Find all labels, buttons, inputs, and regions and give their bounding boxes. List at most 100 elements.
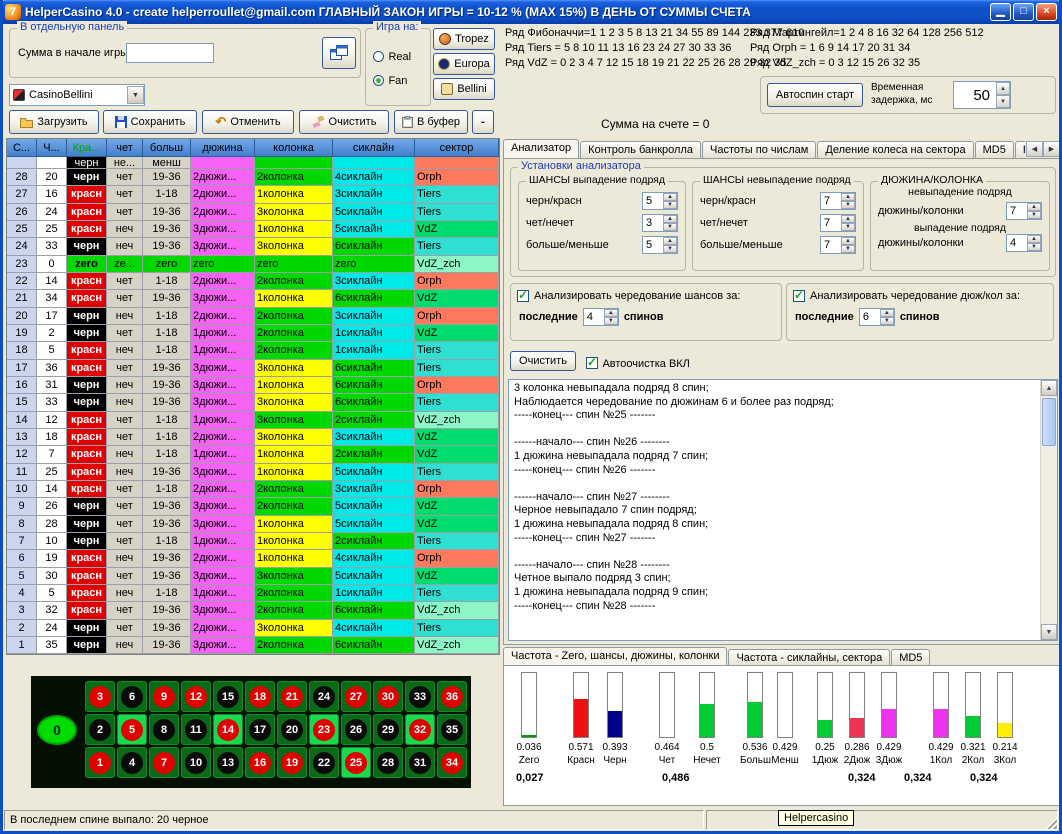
roulette-cell-22[interactable]: 22 — [309, 747, 339, 778]
table-row[interactable]: 1125красннеч19-363дюжи...1колонка5сиклай… — [7, 464, 499, 481]
frequency-tab[interactable]: Частота - сиклайны, сектора — [728, 649, 890, 666]
chances-hit-spinner-2[interactable]: 5▲▼ — [642, 236, 678, 254]
spin-down-icon[interactable]: ▼ — [604, 317, 618, 325]
table-row[interactable]: 192чернчет1-181дюжи...2колонка1сиклайнVd… — [7, 325, 499, 342]
dozen-hit-spinner[interactable]: 4▲▼ — [1006, 234, 1042, 252]
radio-fan[interactable]: Fan — [373, 71, 407, 89]
scroll-track[interactable] — [1041, 396, 1057, 624]
scroll-down-icon[interactable]: ▼ — [1041, 624, 1057, 640]
spin-down-icon[interactable]: ▼ — [841, 223, 855, 231]
table-row[interactable]: 2433черннеч19-363дюжи...3колонка6сиклайн… — [7, 238, 499, 255]
table-row[interactable]: 2624краснчет19-362дюжи...3колонка5сиклай… — [7, 204, 499, 221]
spinner-value[interactable]: 7 — [821, 215, 841, 231]
roulette-cell-23[interactable]: 23 — [309, 714, 339, 745]
maximize-button[interactable]: □ — [1013, 3, 1034, 21]
spin-up-icon[interactable]: ▲ — [663, 237, 677, 245]
roulette-cell-26[interactable]: 26 — [341, 714, 371, 745]
table-row[interactable]: 135черннеч19-363дюжи...2колонка6сиклайнV… — [7, 637, 499, 654]
roulette-cell-6[interactable]: 6 — [117, 681, 147, 712]
table-row[interactable]: 1631черннеч19-363дюжи...1колонка6сиклайн… — [7, 377, 499, 394]
spin-down-icon[interactable]: ▼ — [880, 317, 894, 325]
frequency-tab[interactable]: Частота - Zero, шансы, дюжины, колонки — [503, 647, 727, 666]
scroll-thumb[interactable] — [1042, 398, 1056, 446]
table-row[interactable]: 2017черннеч1-182дюжи...2колонка3сиклайнO… — [7, 308, 499, 325]
autoclear-checkbox[interactable] — [586, 357, 598, 369]
roulette-cell-7[interactable]: 7 — [149, 747, 179, 778]
table-row[interactable]: 1533черннеч19-363дюжи...3колонка6сиклайн… — [7, 394, 499, 411]
europa-button[interactable]: Europa — [433, 53, 495, 75]
analyzer-log[interactable]: 3 колонка невыпадала подряд 8 спин; Набл… — [508, 379, 1058, 641]
delay-spinner[interactable]: 50▲▼ — [953, 81, 1011, 109]
table-row[interactable]: 332краснчет19-363дюжи...2колонка6сиклайн… — [7, 602, 499, 619]
spin-down-icon[interactable]: ▼ — [663, 201, 677, 209]
dozen-miss-spinner[interactable]: 7▲▼ — [1006, 202, 1042, 220]
table-row[interactable]: 2214краснчет1-182дюжи...2колонка3сиклайн… — [7, 273, 499, 290]
column-header[interactable]: Ч... — [37, 139, 67, 157]
table-row[interactable]: 2134краснчет19-363дюжи...1колонка6сиклай… — [7, 290, 499, 307]
table-row[interactable]: 530краснчет19-363дюжи...3колонка5сиклайн… — [7, 568, 499, 585]
column-header[interactable]: больш — [143, 139, 191, 157]
chances-hit-spinner-0[interactable]: 5▲▼ — [642, 192, 678, 210]
roulette-cell-20[interactable]: 20 — [277, 714, 307, 745]
roulette-cell-2[interactable]: 2 — [85, 714, 115, 745]
roulette-cell-36[interactable]: 36 — [437, 681, 467, 712]
spin-down-icon[interactable]: ▼ — [841, 245, 855, 253]
table-row[interactable]: 710чернчет1-181дюжи...1колонка2сиклайнTi… — [7, 533, 499, 550]
analyzer-tab[interactable]: MD5 — [975, 141, 1014, 158]
roulette-cell-24[interactable]: 24 — [309, 681, 339, 712]
spin-up-icon[interactable]: ▲ — [663, 193, 677, 201]
table-row[interactable]: 619красннеч19-362дюжи...1колонка4сиклайн… — [7, 550, 499, 567]
log-scrollbar[interactable]: ▲ ▼ — [1040, 380, 1057, 640]
roulette-cell-33[interactable]: 33 — [405, 681, 435, 712]
table-row[interactable]: 45красннеч1-181дюжи...2колонка1сиклайнTi… — [7, 585, 499, 602]
spinner-value[interactable]: 7 — [821, 237, 841, 253]
roulette-cell-5[interactable]: 5 — [117, 714, 147, 745]
spin-down-icon[interactable]: ▼ — [1027, 211, 1041, 219]
roulette-cell-13[interactable]: 13 — [213, 747, 243, 778]
spinner-value[interactable]: 6 — [860, 309, 880, 325]
roulette-cell-8[interactable]: 8 — [149, 714, 179, 745]
chances-miss-spinner-1[interactable]: 7▲▼ — [820, 214, 856, 232]
minimize-button[interactable]: ▁ — [990, 3, 1011, 21]
table-row[interactable]: 1014краснчет1-182дюжи...2колонка3сиклайн… — [7, 481, 499, 498]
table-row[interactable]: 230zeroze...zerozerozerozeroVdZ_zch — [7, 256, 499, 273]
autoclear-control[interactable]: Автоочистка ВКЛ — [586, 354, 690, 372]
spinner-value[interactable]: 3 — [643, 215, 663, 231]
spin-down-icon[interactable]: ▼ — [663, 223, 677, 231]
chances-last-spins-spinner[interactable]: 4▲▼ — [583, 308, 619, 326]
table-row[interactable]: 185красннеч1-181дюжи...2колонка1сиклайнT… — [7, 342, 499, 359]
column-header[interactable]: сектор — [415, 139, 499, 157]
radio-real-circle[interactable] — [373, 51, 384, 62]
roulette-cell-27[interactable]: 27 — [341, 681, 371, 712]
roulette-cell-19[interactable]: 19 — [277, 747, 307, 778]
column-header[interactable]: дюжина — [191, 139, 255, 157]
roulette-cell-31[interactable]: 31 — [405, 747, 435, 778]
table-row[interactable]: 1318краснчет1-182дюжи...3колонка3сиклайн… — [7, 429, 499, 446]
roulette-cell-35[interactable]: 35 — [437, 714, 467, 745]
table-header[interactable]: С...Ч...Кра...четбольшдюжинаколонкасикла… — [7, 139, 499, 157]
column-header[interactable]: чет — [107, 139, 143, 157]
chances-miss-spinner-2[interactable]: 7▲▼ — [820, 236, 856, 254]
spin-up-icon[interactable]: ▲ — [663, 215, 677, 223]
spin-down-icon[interactable]: ▼ — [663, 245, 677, 253]
log-clear-button[interactable]: Очистить — [510, 351, 576, 371]
collapse-button[interactable]: - — [472, 110, 494, 134]
spin-up-icon[interactable]: ▲ — [841, 215, 855, 223]
roulette-cell-32[interactable]: 32 — [405, 714, 435, 745]
dozens-last-spins-spinner[interactable]: 6▲▼ — [859, 308, 895, 326]
undo-button[interactable]: ↶ Отменить — [202, 110, 294, 134]
radio-fan-circle[interactable] — [373, 75, 384, 86]
roulette-cell-18[interactable]: 18 — [245, 681, 275, 712]
scroll-up-icon[interactable]: ▲ — [1041, 380, 1057, 396]
alternate-chances-checkbox[interactable] — [517, 290, 529, 302]
chances-miss-spinner-0[interactable]: 7▲▼ — [820, 192, 856, 210]
analyzer-tab[interactable]: Анализатор — [503, 139, 579, 158]
analyzer-tab[interactable]: Ко — [1015, 141, 1025, 158]
table-row[interactable]: 926чернчет19-363дюжи...2колонка5сиклайнV… — [7, 498, 499, 515]
frequency-tab[interactable]: MD5 — [891, 649, 930, 666]
spinner-value[interactable]: 7 — [821, 193, 841, 209]
roulette-cell-25[interactable]: 25 — [341, 747, 371, 778]
spin-up-icon[interactable]: ▲ — [880, 309, 894, 317]
chances-hit-spinner-1[interactable]: 3▲▼ — [642, 214, 678, 232]
table-row[interactable]: 828чернчет19-363дюжи...1колонка5сиклайнV… — [7, 516, 499, 533]
